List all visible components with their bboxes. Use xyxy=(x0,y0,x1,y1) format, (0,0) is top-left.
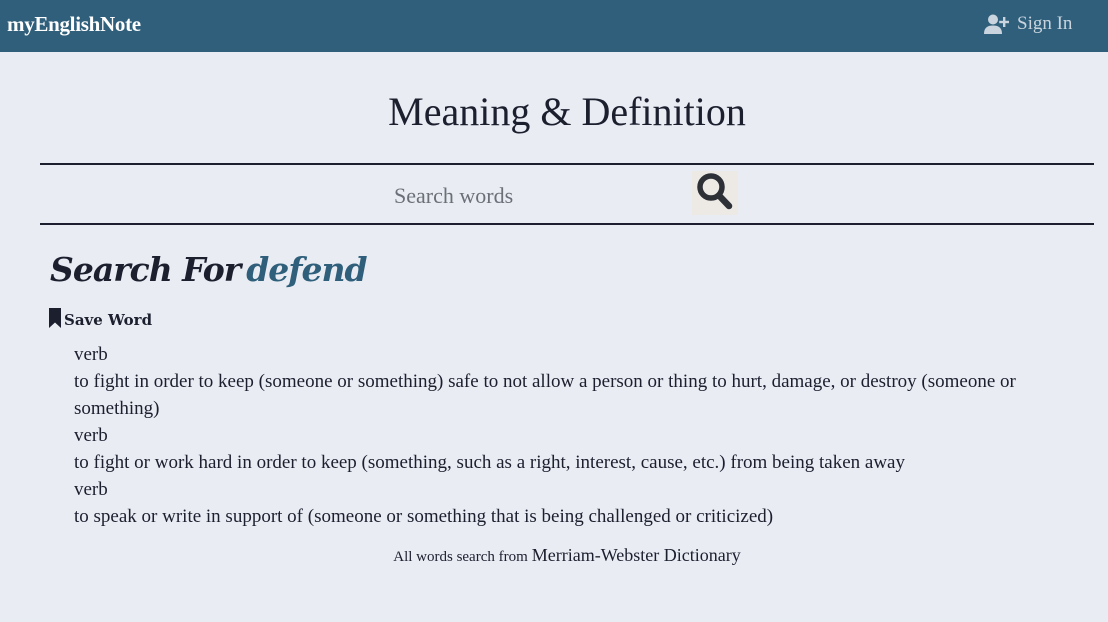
brand-logo[interactable]: myEnglishNote xyxy=(7,12,141,37)
searched-word: defend xyxy=(246,250,367,289)
search-button[interactable] xyxy=(692,171,738,215)
user-plus-icon xyxy=(984,14,1009,34)
sign-in-link[interactable]: Sign In xyxy=(984,11,1072,37)
source-credit-prefix: All words search from xyxy=(393,549,528,565)
source-credit: All words search from Merriam-Webster Di… xyxy=(0,545,1108,566)
definition-list: verb to fight in order to keep (someone … xyxy=(74,341,1098,530)
definition-text: to fight in order to keep (someone or so… xyxy=(74,371,1016,419)
source-credit-name: Merriam-Webster Dictionary xyxy=(531,545,741,565)
search-icon xyxy=(695,172,735,215)
top-navbar: myEnglishNote Sign In xyxy=(0,0,1108,52)
save-word-label: Save Word xyxy=(64,311,153,329)
definition-text: to fight or work hard in order to keep (… xyxy=(74,452,905,473)
search-bar xyxy=(40,163,1094,225)
definition-text: to speak or write in support of (someone… xyxy=(74,506,774,527)
definition-pos: verb xyxy=(74,344,108,365)
definition-pos: verb xyxy=(74,479,108,500)
definition-pos: verb xyxy=(74,425,108,446)
result-heading-prefix: Search For xyxy=(50,250,241,289)
save-word-button[interactable]: Save Word xyxy=(48,308,152,332)
result-heading: Search For defend xyxy=(50,250,368,289)
bookmark-icon xyxy=(48,308,62,332)
sign-in-label: Sign In xyxy=(1017,13,1073,34)
search-input[interactable] xyxy=(390,181,688,211)
page-title: Meaning & Definition xyxy=(388,89,746,134)
